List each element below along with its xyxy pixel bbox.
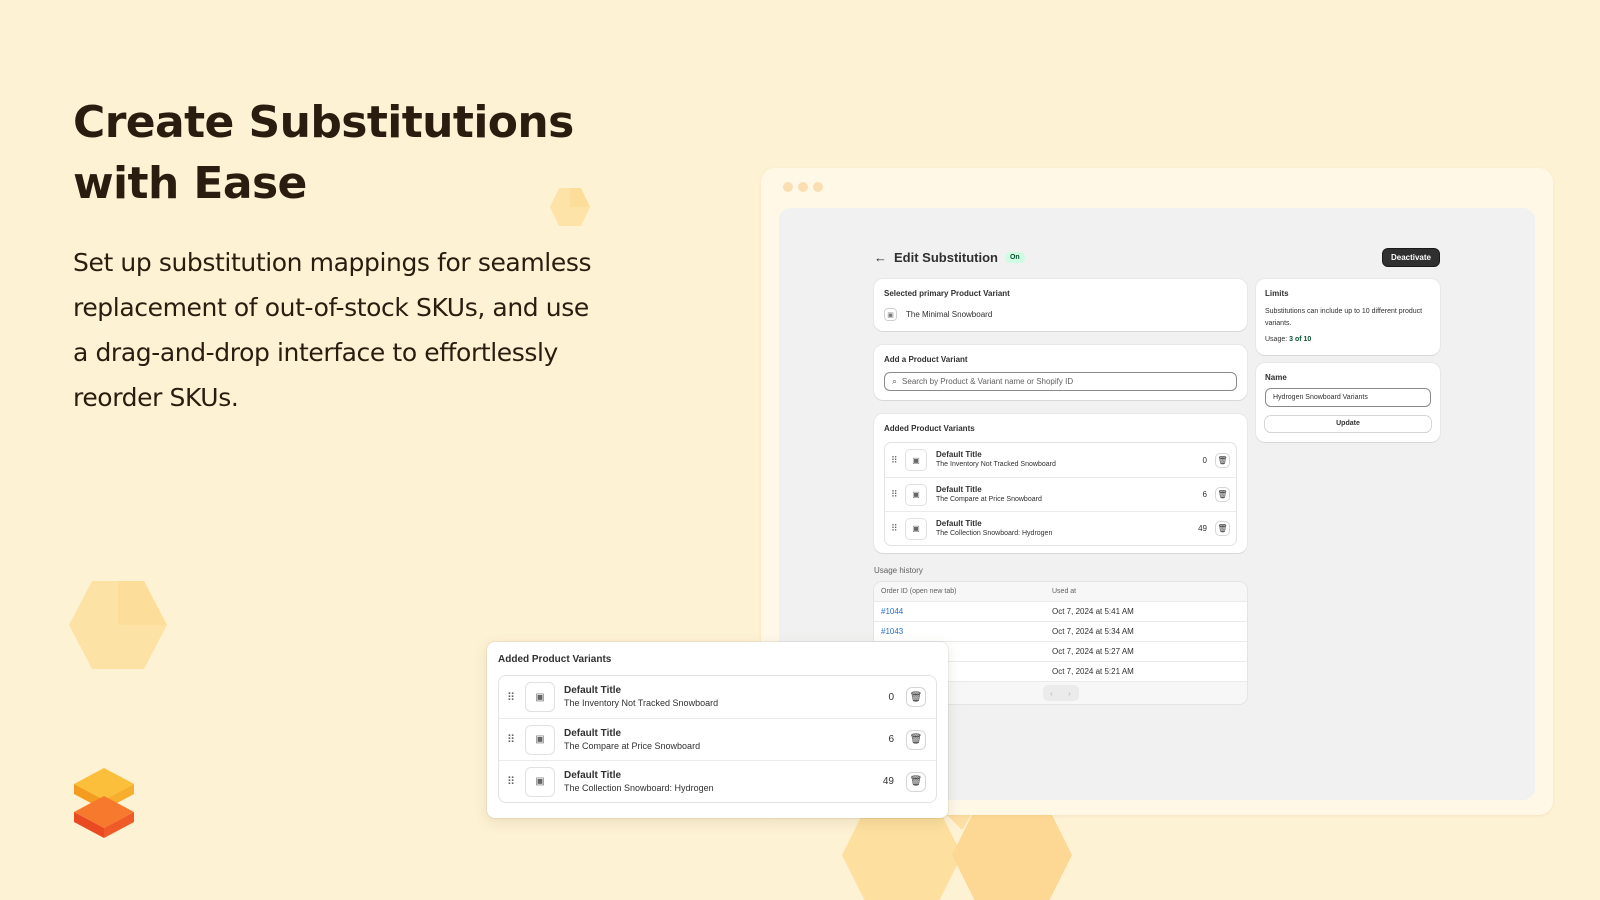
variant-title: Default Title — [564, 685, 622, 696]
name-input[interactable]: Hydrogen Snowboard Variants — [1265, 388, 1431, 407]
name-card: Name Hydrogen Snowboard Variants Update — [1256, 363, 1440, 442]
hero-title: Create Substitutions with Ease — [73, 92, 633, 214]
card-title: Added Product Variants — [884, 424, 975, 433]
drag-handle-icon[interactable]: ⠿ — [891, 523, 905, 534]
list-item[interactable]: ⠿ ▣ Default Title The Inventory Not Trac… — [885, 443, 1236, 477]
list-item[interactable]: ⠿ ▣ Default Title The Inventory Not Trac… — [499, 676, 936, 718]
used-at: Oct 7, 2024 at 5:34 AM — [1052, 627, 1134, 636]
search-icon: ⌕ — [892, 376, 898, 386]
variant-qty: 6 — [888, 734, 894, 745]
delete-icon[interactable]: 🗑 — [1215, 521, 1230, 536]
order-link[interactable]: #1044 — [881, 607, 903, 616]
variant-title: Default Title — [564, 769, 622, 781]
prev-page-button[interactable]: ‹ — [1042, 685, 1061, 701]
image-icon: ▣ — [525, 724, 555, 755]
delete-icon[interactable]: 🗑 — [906, 771, 926, 792]
limits-card: Limits Substitutions can include up to 1… — [1256, 279, 1440, 355]
variant-product: The Inventory Not Tracked Snowboard — [936, 461, 1056, 468]
usage-history-label: Usage history — [874, 566, 923, 575]
delete-icon[interactable]: 🗑 — [906, 687, 926, 707]
variant-title: Default Title — [936, 450, 982, 459]
column-header-order: Order ID (open new tab) — [881, 588, 957, 595]
window-controls — [783, 182, 823, 192]
drag-handle-icon[interactable]: ⠿ — [507, 691, 525, 704]
used-at: Oct 7, 2024 at 5:27 AM — [1052, 647, 1134, 656]
table-header: Order ID (open new tab) Used at — [874, 582, 1247, 601]
variant-search-input[interactable]: ⌕ Search by Product & Variant name or Sh… — [884, 372, 1237, 391]
image-icon: ▣ — [905, 449, 927, 471]
drag-handle-icon[interactable]: ⠿ — [507, 733, 525, 746]
hero-title-line: with Ease — [73, 158, 307, 209]
variant-title: Default Title — [564, 727, 622, 739]
limits-description: Substitutions can include up to 10 diffe… — [1265, 308, 1423, 327]
list-item[interactable]: ⠿ ▣ Default Title The Collection Snowboa… — [499, 760, 936, 802]
card-title: Name — [1265, 373, 1287, 382]
table-row: #1044 Oct 7, 2024 at 5:41 AM — [874, 601, 1247, 621]
drag-handle-icon[interactable]: ⠿ — [891, 455, 905, 466]
variant-qty: 49 — [882, 776, 894, 787]
status-badge: On — [1004, 251, 1025, 263]
hero-title-line: Create Substitutions — [73, 97, 574, 148]
variant-product: The Collection Snowboard: Hydrogen — [936, 529, 1053, 537]
hexagon-decoration — [69, 581, 167, 669]
usage-value: 3 of 10 — [1289, 336, 1312, 343]
delete-icon[interactable]: 🗑 — [1215, 452, 1230, 468]
image-icon: ▣ — [905, 517, 927, 540]
table-row: #1043 Oct 7, 2024 at 5:34 AM — [874, 621, 1247, 641]
image-icon: ▣ — [905, 483, 927, 506]
page-title: Edit Substitution — [894, 249, 998, 265]
list-item[interactable]: ⠿ ▣ Default Title The Compare at Price S… — [499, 718, 936, 760]
image-icon: ▣ — [525, 766, 555, 797]
window-dot — [813, 182, 823, 192]
add-variant-card: Add a Product Variant ⌕ Search by Produc… — [874, 345, 1247, 400]
variant-qty: 6 — [1202, 490, 1207, 499]
list-item[interactable]: ⠿ ▣ Default Title The Collection Snowboa… — [885, 511, 1236, 545]
drag-handle-icon[interactable]: ⠿ — [891, 489, 905, 500]
variant-qty: 0 — [888, 691, 894, 703]
variant-qty: 0 — [1202, 455, 1207, 465]
variant-title: Default Title — [936, 484, 982, 494]
limits-usage: Usage: 3 of 10 — [1265, 336, 1431, 343]
variant-product: The Inventory Not Tracked Snowboard — [564, 698, 719, 708]
primary-variant-name: The Minimal Snowboard — [906, 310, 993, 319]
order-link[interactable]: #1043 — [881, 627, 903, 636]
delete-icon[interactable]: 🗑 — [906, 729, 926, 750]
variant-product: The Compare at Price Snowboard — [564, 740, 701, 751]
column-header-used: Used at — [1052, 588, 1077, 595]
image-icon: ▣ — [884, 308, 897, 321]
added-variants-zoom-card: Added Product Variants ⠿ ▣ Default Title… — [487, 642, 948, 818]
variant-product: The Collection Snowboard: Hydrogen — [564, 782, 714, 793]
variant-list: ⠿ ▣ Default Title The Inventory Not Trac… — [884, 442, 1237, 546]
card-title: Limits — [1265, 289, 1289, 298]
variant-list: ⠿ ▣ Default Title The Inventory Not Trac… — [498, 675, 937, 803]
window-dot — [783, 182, 793, 192]
usage-label: Usage: — [1265, 336, 1288, 343]
card-title: Selected primary Product Variant — [884, 289, 1010, 298]
list-item[interactable]: ⠿ ▣ Default Title The Compare at Price S… — [885, 477, 1236, 511]
page-header: ← Edit Substitution On Deactivate — [874, 248, 1440, 267]
search-placeholder: Search by Product & Variant name or Shop… — [902, 377, 1074, 386]
next-page-button[interactable]: › — [1060, 685, 1079, 701]
variant-product: The Compare at Price Snowboard — [936, 495, 1042, 503]
card-title: Added Product Variants — [498, 654, 612, 665]
image-icon: ▣ — [525, 682, 555, 712]
brand-logo — [74, 768, 134, 838]
card-title: Add a Product Variant — [884, 355, 968, 364]
drag-handle-icon[interactable]: ⠿ — [507, 775, 525, 788]
variant-qty: 49 — [1198, 524, 1207, 533]
arrow-left-icon[interactable]: ← — [874, 250, 887, 265]
primary-variant-card: Selected primary Product Variant ▣ The M… — [874, 279, 1247, 331]
used-at: Oct 7, 2024 at 5:21 AM — [1052, 667, 1134, 676]
update-button[interactable]: Update — [1265, 416, 1431, 432]
delete-icon[interactable]: 🗑 — [1215, 487, 1230, 502]
used-at: Oct 7, 2024 at 5:41 AM — [1052, 607, 1134, 616]
hero-subtitle: Set up substitution mappings for seamles… — [73, 248, 592, 412]
added-variants-card: Added Product Variants ⠿ ▣ Default Title… — [874, 414, 1247, 553]
variant-title: Default Title — [936, 518, 982, 528]
deactivate-button[interactable]: Deactivate — [1381, 248, 1440, 267]
window-dot — [798, 182, 808, 192]
